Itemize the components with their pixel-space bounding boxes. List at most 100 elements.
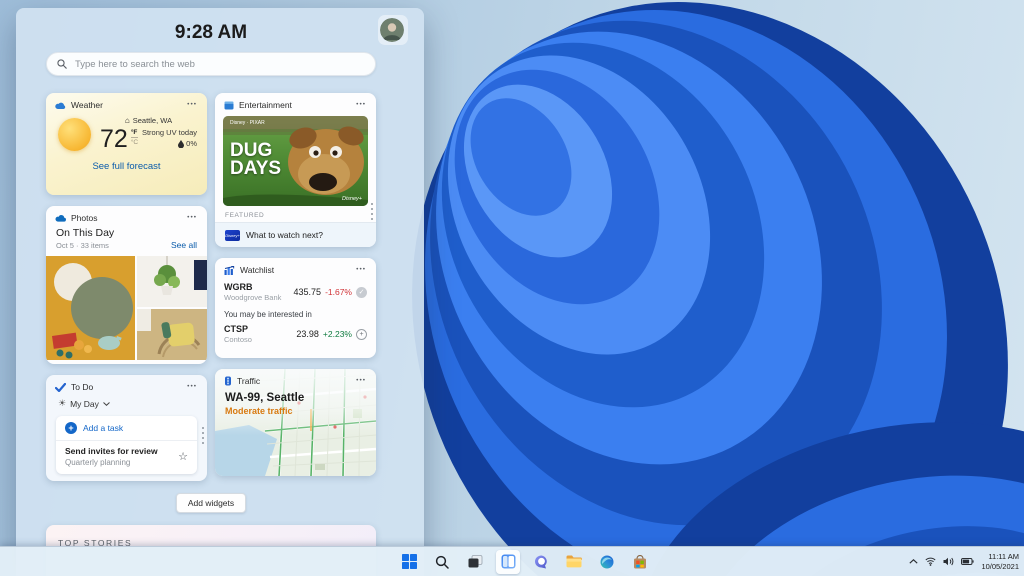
task-view-icon [468, 555, 483, 568]
photo-thumbnail[interactable] [137, 309, 207, 360]
tray-clock[interactable]: 11:11 AM 10/05/2021 [981, 552, 1019, 572]
widget-title: Weather [71, 100, 103, 110]
star-icon[interactable]: ☆ [178, 450, 188, 463]
droplet-icon [178, 140, 184, 148]
wifi-icon[interactable] [925, 557, 936, 566]
widget-title: Watchlist [240, 265, 274, 275]
home-icon: ⌂ [125, 116, 130, 125]
web-search-bar[interactable] [46, 52, 376, 76]
stock-name: Woodgrove Bank [224, 293, 281, 302]
chevron-down-icon [103, 402, 110, 406]
system-tray[interactable]: 11:11 AM 10/05/2021 [909, 547, 1019, 576]
volume-icon[interactable] [943, 557, 954, 566]
add-task-button[interactable]: + Add a task [56, 416, 197, 441]
start-button[interactable] [397, 550, 421, 574]
stock-change: -1.67% [325, 287, 352, 297]
profile-avatar[interactable] [378, 15, 408, 45]
search-input[interactable] [73, 58, 365, 71]
see-full-forecast-link[interactable]: See full forecast [46, 161, 207, 172]
more-options-button[interactable]: ••• [354, 377, 368, 386]
widget-watchlist[interactable]: Watchlist ••• WGRB Woodgrove Bank 435.75… [215, 258, 376, 358]
widget-title: Entertainment [239, 100, 292, 110]
photo-thumbnail[interactable] [46, 256, 135, 360]
search-button[interactable] [430, 550, 454, 574]
stock-symbol: WGRB [224, 282, 281, 292]
stock-name: Contoso [224, 335, 252, 344]
edge-button[interactable] [595, 550, 619, 574]
tray-date: 10/05/2021 [981, 562, 1019, 572]
todo-check-icon [55, 383, 66, 392]
dug-days-poster[interactable]: Disney · PIXAR DUG DAYS Disney+ [223, 116, 368, 206]
windows-start-icon [402, 554, 417, 569]
plus-icon: + [65, 422, 77, 434]
stock-change: +2.23% [323, 329, 352, 339]
watchlist-added-icon[interactable]: ✓ [356, 287, 367, 298]
entertainment-icon [224, 101, 234, 110]
todo-scroll-dots [202, 427, 204, 444]
todo-task-row[interactable]: Send invites for review Quarterly planni… [56, 441, 197, 474]
todo-list-label: My Day [70, 399, 99, 409]
poster-brand-text: Disney · PIXAR [230, 120, 265, 126]
widgets-panel: 9:28 AM [16, 8, 424, 576]
disney-plus-icon: Disney+ [225, 230, 240, 241]
more-options-button[interactable]: ••• [354, 266, 368, 275]
store-icon [633, 555, 647, 569]
traffic-route: WA-99, Seattle [225, 392, 366, 404]
sun-weather-icon [58, 118, 91, 151]
poster-title-line2: DAYS [230, 160, 281, 178]
watchlist-chart-icon [224, 266, 235, 275]
panel-clock: 9:28 AM [46, 22, 376, 44]
widget-traffic[interactable]: Traffic ••• WA-99, Seattle Moderate traf… [215, 369, 376, 476]
todo-list-selector[interactable]: ☀ My Day [46, 396, 207, 409]
traffic-status: Moderate traffic [225, 406, 366, 416]
widget-title: To Do [71, 382, 93, 392]
more-options-button[interactable]: ••• [185, 214, 199, 223]
stock-symbol: CTSP [224, 324, 252, 334]
photo-collage[interactable] [46, 256, 207, 360]
traffic-light-icon [224, 376, 232, 386]
more-options-button[interactable]: ••• [354, 101, 368, 110]
widget-entertainment[interactable]: Entertainment ••• [215, 93, 376, 247]
stock-row[interactable]: WGRB Woodgrove Bank 435.75 -1.67% ✓ [215, 279, 376, 302]
add-widgets-button[interactable]: Add widgets [176, 493, 246, 513]
watchlist-suggestion-label: You may be interested in [215, 302, 376, 321]
store-button[interactable] [628, 550, 652, 574]
photo-thumbnail[interactable] [137, 256, 207, 307]
file-explorer-button[interactable] [562, 550, 586, 574]
featured-label: FEATURED [225, 212, 366, 219]
photos-cloud-icon [55, 214, 66, 222]
file-explorer-icon [566, 555, 582, 568]
task-view-button[interactable] [463, 550, 487, 574]
widgets-button[interactable] [496, 550, 520, 574]
watch-next-button[interactable]: Disney+ What to watch next? [215, 222, 376, 247]
widget-todo[interactable]: To Do ••• ☀ My Day + [46, 375, 207, 481]
poster-disney-plus-badge: Disney+ [342, 196, 362, 202]
weather-cloud-icon [55, 101, 66, 110]
unit-toggle[interactable]: °F °C [131, 129, 138, 146]
more-options-button[interactable]: ••• [185, 101, 199, 110]
more-options-button[interactable]: ••• [185, 383, 199, 392]
tray-time: 11:11 AM [981, 552, 1019, 562]
search-icon [57, 59, 67, 69]
weather-condition: Strong UV today [142, 127, 197, 138]
widget-title: Traffic [237, 376, 260, 386]
add-to-watchlist-icon[interactable]: + [356, 329, 367, 340]
stock-price: 23.98 [296, 329, 319, 339]
battery-icon[interactable] [961, 558, 974, 565]
search-icon [435, 555, 449, 569]
see-all-link[interactable]: See all [171, 240, 197, 250]
photos-count: Oct 5 · 33 items [56, 241, 114, 250]
task-subtitle: Quarterly planning [65, 458, 158, 467]
precipitation-value: 0% [186, 138, 197, 149]
avatar-image [380, 18, 404, 42]
widget-photos[interactable]: Photos ••• On This Day Oct 5 · 33 items … [46, 206, 207, 364]
widget-weather[interactable]: Weather ••• ⌂ Seattle, WA [46, 93, 207, 195]
tray-chevron-up-icon[interactable] [909, 559, 918, 564]
widget-title: Photos [71, 213, 97, 223]
chat-icon [534, 555, 549, 569]
weather-location: Seattle, WA [133, 116, 172, 125]
chat-button[interactable] [529, 550, 553, 574]
task-title: Send invites for review [65, 446, 158, 456]
stock-row[interactable]: CTSP Contoso 23.98 +2.23% + [215, 321, 376, 344]
weather-temperature: 72 [100, 127, 128, 152]
